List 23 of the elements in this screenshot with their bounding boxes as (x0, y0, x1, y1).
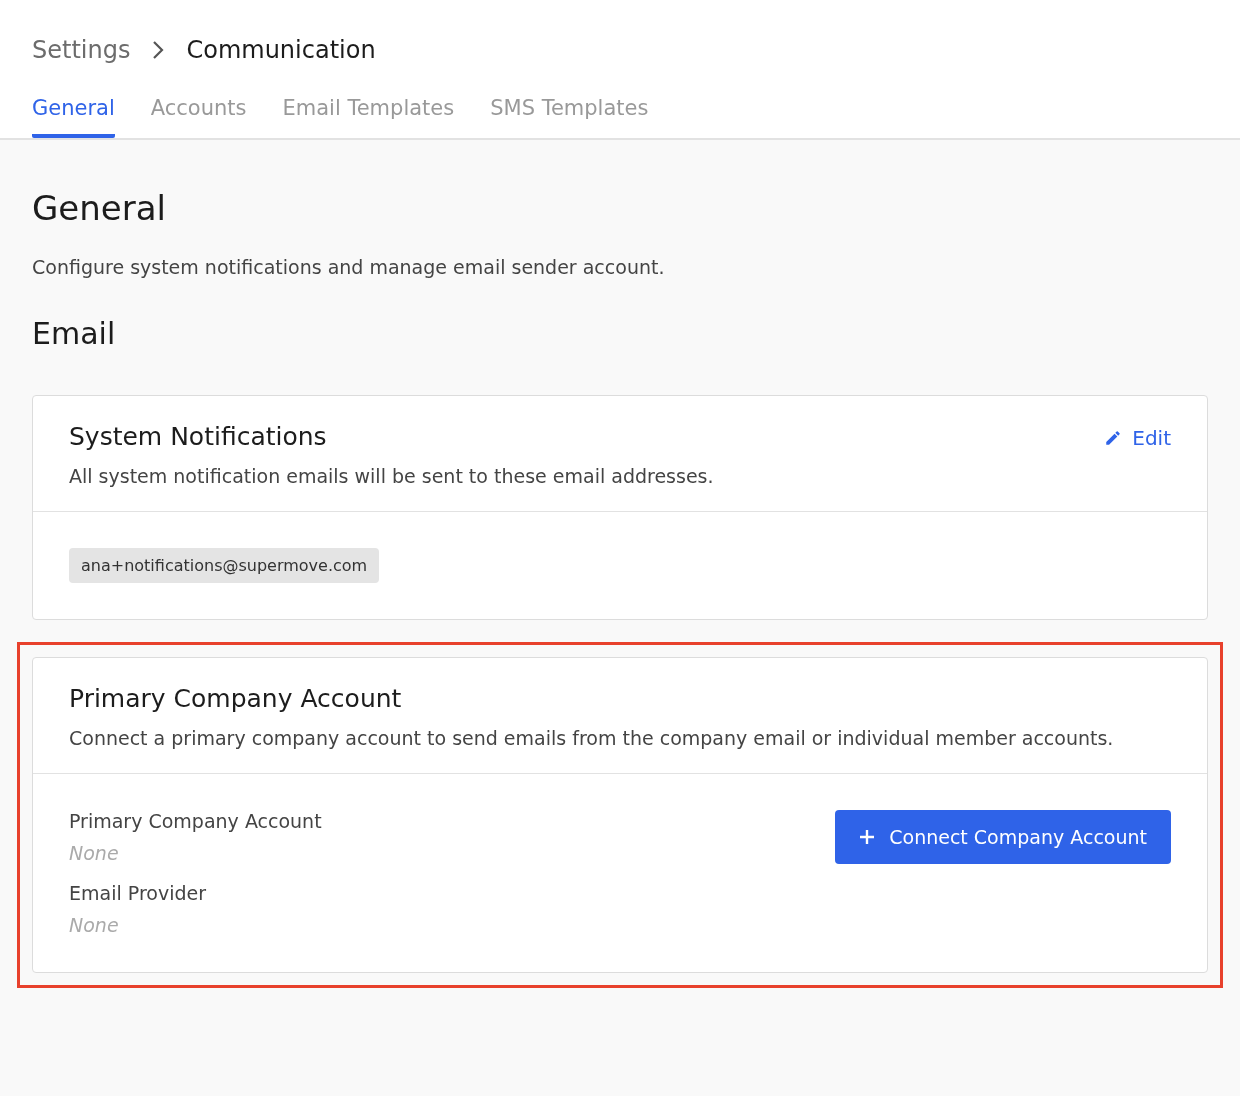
field-value: None (69, 842, 120, 864)
tab[interactable]: Email Templates (282, 96, 455, 138)
field-label: Email Provider (69, 882, 207, 904)
card-description: Connect a primary company account to send emails from the company email or individual member accounts. (69, 727, 1114, 749)
section-description: Configure system notifications and manage email sender account. (32, 256, 666, 278)
card-title: Primary Company Account (69, 684, 403, 713)
edit-link[interactable]: Edit (1104, 422, 1171, 454)
card-description: All system notification emails will be sent to these email addresses. (69, 465, 714, 487)
tab[interactable]: Accounts (150, 96, 247, 138)
page-title: Communication (186, 36, 376, 64)
pencil-icon (1104, 429, 1123, 447)
email-tag: ana+notifications@supermove.com (69, 548, 380, 583)
card-title: System Notifications (69, 422, 328, 451)
connect-account-button[interactable]: Connect Company Account (835, 810, 1171, 864)
subsection-heading: Email (32, 316, 117, 351)
field-label: Primary Company Account (69, 810, 322, 832)
field-value: None (69, 914, 120, 936)
breadcrumb-link[interactable]: Settings (32, 36, 131, 64)
tab[interactable]: SMS Templates (490, 96, 649, 138)
plus-icon (859, 829, 876, 845)
tab[interactable]: General (32, 96, 115, 138)
section-heading: General (32, 188, 167, 228)
chevron-right-icon (152, 40, 165, 60)
